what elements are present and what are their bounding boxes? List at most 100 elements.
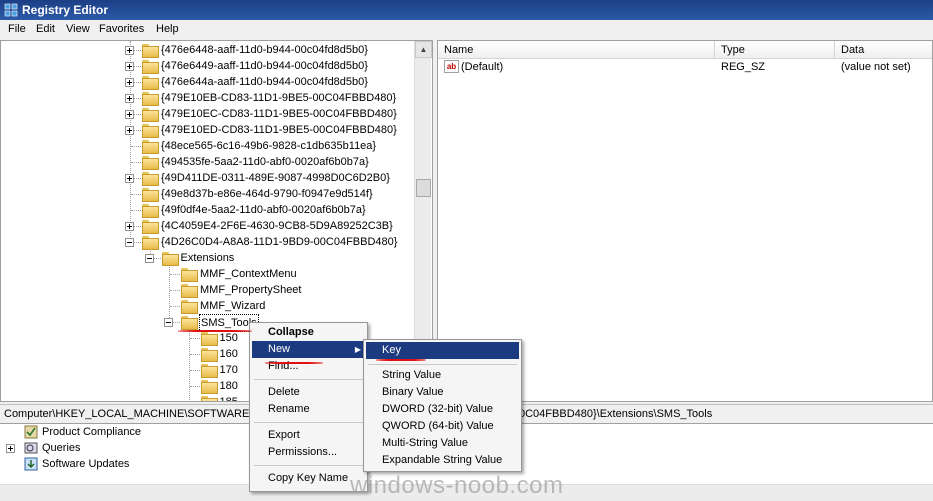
folder-icon — [142, 108, 159, 122]
expand-icon[interactable] — [125, 46, 134, 55]
folder-icon — [142, 76, 159, 90]
tree-node-label: {476e6448-aaff-11d0-b944-00c04fd8d5b0} — [161, 44, 368, 56]
annotation-underline-new — [265, 362, 323, 364]
tree-node[interactable]: {479E10EC-CD83-11D1-9BE5-00C04FBBD480} — [1, 106, 411, 122]
bottom-item-queries[interactable]: Queries — [6, 440, 206, 456]
folder-icon — [142, 156, 159, 170]
folder-icon — [200, 332, 218, 346]
scroll-thumb[interactable] — [416, 179, 431, 197]
tree-node-label: {49e8d37b-e86e-464d-9790-f0947e9d514f} — [161, 188, 373, 200]
expand-icon[interactable] — [125, 126, 134, 135]
folder-icon — [142, 140, 159, 154]
menu-edit[interactable]: Edit — [34, 20, 57, 39]
menu-item-find[interactable]: Find... — [252, 358, 365, 375]
menu-item-copy-key-name[interactable]: Copy Key Name — [252, 470, 365, 487]
folder-icon — [142, 44, 159, 58]
tree-node-label: {48ece565-6c16-49b6-9828-c1db635b11ea} — [161, 140, 377, 152]
expand-icon[interactable] — [6, 444, 15, 453]
tree-node-label: 160 — [219, 348, 238, 360]
value-data: (value not set) — [841, 61, 911, 73]
expand-icon[interactable] — [125, 222, 134, 231]
tree-node[interactable]: {479E10EB-CD83-11D1-9BE5-00C04FBBD480} — [1, 90, 411, 106]
folder-icon — [142, 92, 159, 106]
expand-icon[interactable] — [125, 78, 134, 87]
tree-node-label: {476e644a-aaff-11d0-b944-00c04fd8d5b0} — [161, 76, 368, 88]
tree-node[interactable]: {49f0df4e-5aa2-11d0-abf0-0020af6b0b7a} — [1, 202, 411, 218]
annotation-underline-sms-tools — [178, 330, 252, 332]
folder-icon — [142, 220, 159, 234]
column-header-data[interactable]: Data — [835, 41, 932, 59]
tree-node-label: {479E10ED-CD83-11D1-9BE5-00C04FBBD480} — [161, 124, 397, 136]
expand-icon[interactable] — [125, 174, 134, 183]
submenu-item-qword-value[interactable]: QWORD (64-bit) Value — [366, 418, 519, 435]
status-path-left: Computer\HKEY_LOCAL_MACHINE\SOFTWARE\Mic — [4, 408, 270, 420]
submenu-arrow-icon: ▶ — [354, 345, 361, 354]
tree-node[interactable]: {49D411DE-0311-489E-9087-4998D0C6D2B0} — [1, 170, 411, 186]
tree-node-label: 150 — [219, 332, 238, 344]
tree-node[interactable]: MMF_Wizard — [1, 298, 411, 314]
folder-icon — [200, 396, 218, 401]
menu-favorites[interactable]: Favorites — [97, 20, 146, 39]
tree-node[interactable]: {48ece565-6c16-49b6-9828-c1db635b11ea} — [1, 138, 411, 154]
menu-item-collapse[interactable]: Collapse — [252, 324, 365, 341]
tree-node-label: MMF_ContextMenu — [200, 268, 297, 280]
folder-icon — [142, 188, 159, 202]
folder-icon — [181, 316, 198, 330]
menu-view[interactable]: View — [64, 20, 92, 39]
tree-node[interactable]: {4D26C0D4-A8A8-11D1-9BD9-00C04FBBD480} — [1, 234, 411, 250]
folder-icon — [142, 204, 159, 218]
tree-node-label: {4C4059E4-2F6E-4630-9CB8-5D9A89252C3B} — [161, 220, 393, 232]
expand-icon[interactable] — [125, 94, 134, 103]
tree-node[interactable]: MMF_PropertySheet — [1, 282, 411, 298]
tree-node[interactable]: {49e8d37b-e86e-464d-9790-f0947e9d514f} — [1, 186, 411, 202]
submenu-item-key[interactable]: Key — [366, 342, 519, 359]
folder-icon — [142, 172, 159, 186]
menu-bar: File Edit View Favorites Help — [0, 20, 933, 39]
menu-help[interactable]: Help — [154, 20, 181, 39]
tree-node-label: MMF_Wizard — [200, 300, 266, 312]
column-header-type[interactable]: Type — [715, 41, 835, 59]
folder-icon — [200, 348, 218, 362]
column-header-name[interactable]: Name — [438, 41, 715, 59]
menu-file[interactable]: File — [6, 20, 28, 39]
folder-icon — [142, 60, 159, 74]
tree-node[interactable]: {476e6449-aaff-11d0-b944-00c04fd8d5b0} — [1, 58, 411, 74]
value-name[interactable]: (Default) — [461, 59, 503, 76]
queries-icon — [24, 442, 38, 454]
scroll-up-arrow-icon[interactable]: ▲ — [415, 41, 432, 58]
submenu-item-dword-value[interactable]: DWORD (32-bit) Value — [366, 401, 519, 418]
tree-node-label: 170 — [219, 364, 238, 376]
tree-node[interactable]: {476e6448-aaff-11d0-b944-00c04fd8d5b0} — [1, 42, 411, 58]
tree-node-label: {476e6449-aaff-11d0-b944-00c04fd8d5b0} — [161, 60, 368, 72]
submenu-item-expandable-string-value[interactable]: Expandable String Value — [366, 452, 519, 469]
menu-item-permissions[interactable]: Permissions... — [252, 444, 365, 461]
collapse-icon[interactable] — [164, 318, 173, 327]
menu-item-export[interactable]: Export — [252, 427, 365, 444]
menu-item-delete[interactable]: Delete — [252, 384, 365, 401]
annotation-underline-key — [376, 359, 426, 361]
bottom-item-software-updates[interactable]: Software Updates — [6, 456, 206, 472]
submenu-item-multi-string-value[interactable]: Multi-String Value — [366, 435, 519, 452]
menu-item-new[interactable]: New ▶ — [252, 341, 365, 358]
collapse-icon[interactable] — [144, 254, 154, 263]
submenu-item-binary-value[interactable]: Binary Value — [366, 384, 519, 401]
tree-node[interactable]: {4C4059E4-2F6E-4630-9CB8-5D9A89252C3B} — [1, 218, 411, 234]
tree-node-label: {49D411DE-0311-489E-9087-4998D0C6D2B0} — [161, 172, 390, 184]
submenu-item-string-value[interactable]: String Value — [366, 367, 519, 384]
tree-node[interactable]: {479E10ED-CD83-11D1-9BE5-00C04FBBD480} — [1, 122, 411, 138]
tree-node[interactable]: {476e644a-aaff-11d0-b944-00c04fd8d5b0} — [1, 74, 411, 90]
tree-node-label: 180 — [219, 380, 238, 392]
bottom-item-product-compliance[interactable]: Product Compliance — [6, 424, 206, 440]
folder-icon — [142, 236, 159, 250]
folder-icon — [181, 284, 198, 298]
menu-item-rename[interactable]: Rename — [252, 401, 365, 418]
folder-icon — [142, 124, 159, 138]
string-value-icon: ab — [444, 60, 459, 73]
tree-node[interactable]: {494535fe-5aa2-11d0-abf0-0020af6b0b7a} — [1, 154, 411, 170]
tree-node[interactable]: MMF_ContextMenu — [1, 266, 411, 282]
tree-node[interactable]: Extensions — [1, 250, 411, 266]
expand-icon[interactable] — [125, 110, 134, 119]
expand-icon[interactable] — [125, 62, 134, 71]
title-bar: Registry Editor — [0, 0, 933, 20]
collapse-icon[interactable] — [125, 238, 134, 247]
